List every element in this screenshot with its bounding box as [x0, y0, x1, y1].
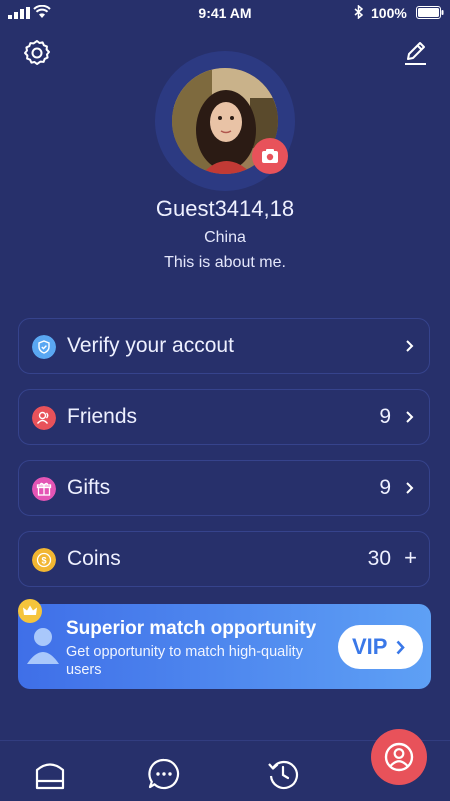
gifts-label: Gifts	[67, 476, 111, 499]
battery-icon	[416, 6, 444, 19]
home-tab-icon[interactable]	[32, 756, 68, 792]
crown-icon	[18, 599, 42, 623]
coins-balance: 30	[367, 547, 391, 570]
camera-icon	[262, 149, 278, 163]
vip-button-label: VIP	[352, 634, 388, 659]
friends-count: 9	[379, 405, 391, 428]
battery-percent: 100%	[371, 5, 407, 21]
chevron-right-icon	[396, 640, 405, 655]
gift-icon	[32, 477, 56, 501]
coin-icon: $	[32, 548, 56, 572]
person-icon	[27, 628, 59, 664]
bluetooth-icon	[354, 5, 364, 19]
status-bar: 9:41 AM 100%	[0, 0, 450, 26]
edit-pencil-icon[interactable]	[400, 38, 430, 68]
svg-text:$: $	[41, 556, 46, 566]
profile-location: China	[204, 229, 246, 246]
change-photo-button[interactable]	[252, 138, 288, 174]
friends-label: Friends	[67, 405, 138, 428]
promo-title: Superior match opportunity	[66, 618, 317, 639]
chevron-right-icon	[406, 411, 414, 423]
profile-icon	[384, 742, 414, 772]
profile-name: Guest3414,18	[155, 196, 295, 221]
promo-description: Get opportunity to match high-quality us…	[66, 644, 303, 678]
vip-button[interactable]: VIP	[338, 625, 423, 669]
shield-icon	[32, 335, 56, 359]
chevron-right-icon	[406, 482, 414, 494]
history-tab-icon[interactable]	[265, 756, 301, 792]
verify-account-row[interactable]: Verify your accout	[18, 318, 430, 374]
messages-tab-icon[interactable]	[146, 756, 182, 792]
add-coins-button[interactable]: +	[404, 545, 417, 571]
chevron-right-icon	[406, 340, 414, 352]
coins-label: Coins	[67, 547, 121, 570]
profile-about: This is about me.	[164, 254, 286, 271]
coins-row[interactable]: $ Coins 30 +	[18, 531, 430, 587]
friends-row[interactable]: Friends 9	[18, 389, 430, 445]
friends-icon	[32, 406, 56, 430]
gifts-row[interactable]: Gifts 9	[18, 460, 430, 516]
verify-account-label: Verify your accout	[67, 334, 234, 357]
gifts-count: 9	[379, 476, 391, 499]
profile-tab-button[interactable]	[371, 729, 427, 785]
settings-gear-icon[interactable]	[22, 38, 52, 68]
